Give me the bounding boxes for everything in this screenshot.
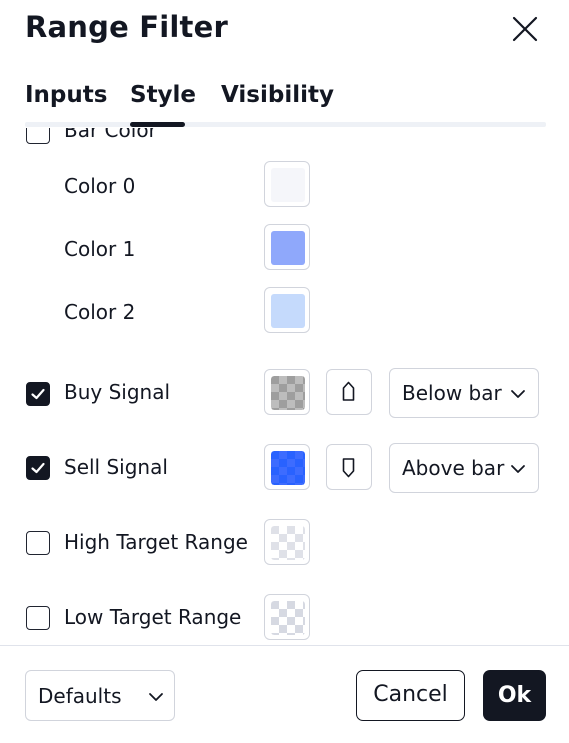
footer-divider bbox=[0, 645, 569, 646]
sell-signal-position-value: Above bar bbox=[402, 456, 505, 480]
tab-style[interactable]: Style bbox=[130, 82, 196, 108]
color-1-fill bbox=[271, 231, 305, 265]
chevron-down-icon bbox=[511, 465, 525, 473]
close-icon bbox=[512, 16, 538, 42]
style-settings-panel[interactable]: Bar Color Color 0 Color 1 Color 2 Buy Si… bbox=[0, 128, 569, 644]
bar-color-label: Bar Color bbox=[64, 128, 157, 142]
low-target-range-color-fill bbox=[271, 601, 305, 635]
cancel-button[interactable]: Cancel bbox=[356, 670, 465, 721]
sell-signal-checkbox[interactable] bbox=[26, 456, 50, 480]
active-tab-indicator bbox=[130, 122, 185, 127]
buy-signal-position-value: Below bar bbox=[402, 381, 502, 405]
ok-button[interactable]: Ok bbox=[483, 670, 546, 721]
buy-signal-color-swatch[interactable] bbox=[264, 369, 310, 415]
chevron-down-icon bbox=[149, 693, 163, 701]
dialog-title: Range Filter bbox=[25, 10, 228, 44]
close-button[interactable] bbox=[505, 10, 545, 50]
low-target-range-label: Low Target Range bbox=[64, 605, 242, 629]
color-0-swatch[interactable] bbox=[264, 161, 310, 207]
tab-inputs[interactable]: Inputs bbox=[25, 82, 107, 108]
sell-signal-label: Sell Signal bbox=[64, 455, 168, 479]
checkmark-icon bbox=[31, 388, 45, 400]
high-target-range-color-swatch[interactable] bbox=[264, 519, 310, 565]
high-target-range-color-fill bbox=[271, 526, 305, 560]
low-target-range-color-swatch[interactable] bbox=[264, 594, 310, 640]
bar-color-checkbox[interactable] bbox=[26, 128, 50, 144]
buy-signal-checkbox[interactable] bbox=[26, 382, 50, 406]
defaults-label: Defaults bbox=[38, 684, 122, 708]
color-2-swatch[interactable] bbox=[264, 287, 310, 333]
color-0-fill bbox=[271, 168, 305, 202]
buy-signal-label: Buy Signal bbox=[64, 380, 171, 404]
tab-divider bbox=[25, 122, 546, 127]
high-target-range-label: High Target Range bbox=[64, 530, 248, 554]
buy-signal-position-select[interactable]: Below bar bbox=[389, 368, 539, 418]
sell-signal-position-select[interactable]: Above bar bbox=[389, 443, 539, 493]
sell-signal-shape-button[interactable] bbox=[326, 444, 372, 490]
buy-signal-color-fill bbox=[271, 376, 305, 410]
defaults-dropdown[interactable]: Defaults bbox=[25, 670, 175, 721]
color-0-label: Color 0 bbox=[64, 174, 136, 198]
low-target-range-checkbox[interactable] bbox=[26, 606, 50, 630]
color-1-label: Color 1 bbox=[64, 237, 136, 261]
sell-signal-color-fill bbox=[271, 451, 305, 485]
color-1-swatch[interactable] bbox=[264, 224, 310, 270]
chevron-down-icon bbox=[511, 390, 525, 398]
color-2-fill bbox=[271, 294, 305, 328]
high-target-range-checkbox[interactable] bbox=[26, 531, 50, 555]
tab-visibility[interactable]: Visibility bbox=[221, 82, 334, 108]
sell-signal-color-swatch[interactable] bbox=[264, 444, 310, 490]
color-2-label: Color 2 bbox=[64, 300, 136, 324]
label-down-icon bbox=[342, 458, 355, 478]
checkmark-icon bbox=[31, 462, 45, 474]
label-up-icon bbox=[342, 381, 355, 401]
buy-signal-shape-button[interactable] bbox=[326, 369, 372, 415]
